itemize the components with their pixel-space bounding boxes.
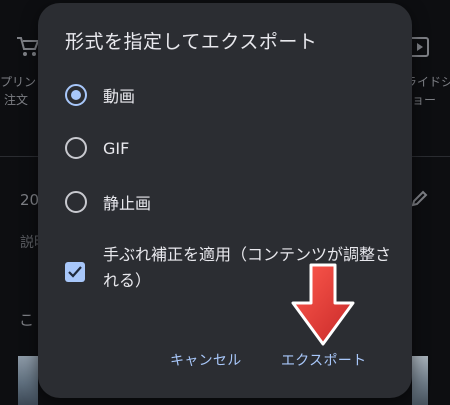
photo-thumbnail — [18, 356, 38, 405]
cart-icon — [17, 37, 40, 56]
print-order-label-2: 注文 — [4, 93, 29, 107]
radio-video[interactable] — [65, 84, 87, 106]
red-arrow-annotation — [291, 263, 355, 346]
option-video[interactable]: 動画 — [65, 82, 135, 108]
pencil-icon — [411, 190, 428, 207]
slideshow-label-2: ョー — [412, 93, 437, 107]
date-text: 20 — [20, 191, 40, 209]
option-still-image[interactable]: 静止画 — [65, 189, 151, 215]
option-still-image-label: 静止画 — [103, 194, 152, 213]
check-icon — [68, 266, 82, 278]
option-video-label: 動画 — [103, 87, 136, 106]
cancel-button[interactable]: キャンセル — [170, 347, 242, 373]
radio-gif[interactable] — [65, 137, 87, 159]
option-gif-label: GIF — [103, 138, 130, 158]
stabilize-checkbox[interactable] — [65, 262, 85, 282]
dialog-title: 形式を指定してエクスポート — [65, 31, 318, 53]
radio-still-image[interactable] — [65, 191, 87, 213]
photo-thumbnail — [412, 356, 428, 405]
export-button[interactable]: エクスポート — [281, 347, 366, 373]
section-text: こ — [19, 311, 35, 329]
option-gif[interactable]: GIF — [65, 135, 129, 161]
